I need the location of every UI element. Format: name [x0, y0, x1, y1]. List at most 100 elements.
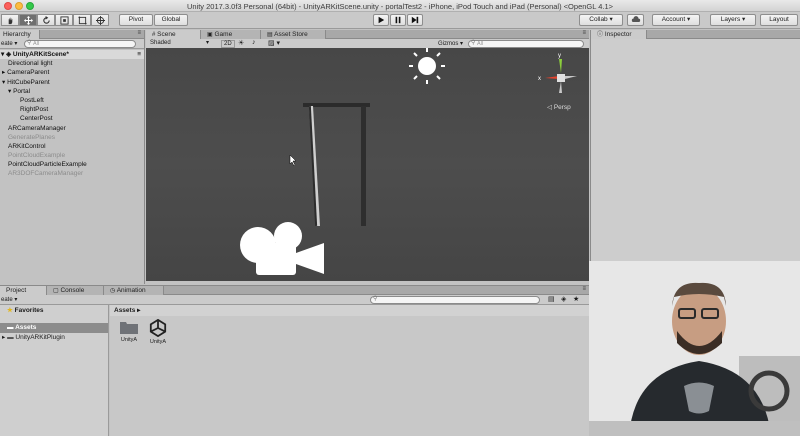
effects-dropdown-icon[interactable]: ▨ ▾ [268, 39, 280, 47]
favorites-item[interactable]: ★ Favorites [0, 306, 108, 316]
rotate-tool-button[interactable] [37, 14, 55, 26]
global-toggle[interactable]: Global [154, 14, 188, 26]
console-tab-label: Console [60, 287, 85, 294]
hierarchy-item[interactable]: PointCloudParticleExample [0, 160, 144, 169]
project-panel: Project ▢ Console ◷ Animation ≡ eate ▾ ▤… [0, 285, 589, 436]
persp-label[interactable]: ◁ Persp [547, 104, 571, 111]
account-dropdown[interactable]: Account ▾ [652, 14, 700, 26]
scale-tool-button[interactable] [55, 14, 73, 26]
hierarchy-item-label: AR3DOFCameraManager [8, 170, 84, 178]
hierarchy-item[interactable]: PostLeft [0, 96, 144, 105]
cloud-button[interactable] [627, 14, 644, 26]
webcam-overlay [589, 261, 800, 436]
folder-icon: ▬ [7, 334, 14, 341]
assets-folder-label: Assets [15, 324, 37, 331]
filter-by-type-icon[interactable]: ▤ [548, 295, 555, 303]
folder-icon [120, 322, 138, 334]
filter-by-label-icon[interactable]: ◈ [561, 295, 566, 303]
hierarchy-item[interactable]: ARKitControl [0, 142, 144, 151]
window-title: Unity 2017.3.0f3 Personal (64bit) - Unit… [186, 2, 614, 11]
pause-button[interactable] [390, 14, 406, 26]
scene-background [146, 48, 589, 281]
assets-folder-item[interactable]: ▬ Assets [0, 323, 108, 333]
project-folder-tree: ★ Favorites ▬ Assets ▸ ▬ UnityARKitPlugi… [0, 305, 109, 436]
hierarchy-search-input[interactable]: All [24, 40, 136, 48]
gizmo-x-label: x [538, 76, 541, 82]
lighting-toggle-icon[interactable]: ☀ [238, 39, 244, 47]
tab-inspector[interactable]: ⓘ Inspector [591, 30, 647, 39]
scene-root-label: UnityARKitScene* [12, 51, 69, 58]
hand-tool-button[interactable] [1, 14, 19, 26]
rect-tool-button[interactable] [73, 14, 91, 26]
breadcrumb[interactable]: Assets ▸ [110, 305, 589, 316]
hierarchy-item[interactable]: PointCloudExample [0, 151, 144, 160]
tab-asset-store[interactable]: ▤ Asset Store [261, 30, 326, 39]
mode-2d-toggle[interactable]: 2D [221, 40, 235, 48]
hierarchy-item[interactable]: ▸ CameraParent [0, 68, 144, 77]
asset-item[interactable]: UnityA [145, 318, 171, 345]
hierarchy-item[interactable]: Directional light [0, 59, 144, 68]
move-tool-button[interactable] [19, 14, 37, 26]
play-button[interactable] [373, 14, 389, 26]
scene-tab-label: Scene [157, 31, 176, 38]
scene-search-input[interactable]: All [468, 40, 584, 48]
step-button[interactable] [407, 14, 423, 26]
gizmos-dropdown[interactable]: Gizmos ▾ [438, 40, 463, 47]
asset-store-tab-label: Asset Store [274, 31, 308, 38]
pivot-label: Pivot [128, 16, 144, 23]
collab-label: Collab ▾ [589, 16, 613, 23]
hierarchy-item[interactable]: GeneratePlanes [0, 133, 144, 142]
layers-label: Layers ▾ [720, 16, 746, 23]
main-toolbar: Pivot Global Collab ▾ Account ▾ Layers ▾… [0, 12, 800, 29]
hierarchy-item-label: PostLeft [20, 96, 44, 104]
transform-tool-button[interactable] [91, 14, 109, 26]
tab-project[interactable]: Project [0, 286, 47, 295]
tab-animation[interactable]: ◷ Animation [104, 286, 164, 295]
shading-mode-dropdown[interactable]: Shaded [150, 40, 171, 46]
hierarchy-item[interactable]: ▾ Portal [0, 87, 144, 96]
favorites-star-icon[interactable]: ★ [573, 295, 579, 303]
animation-icon: ◷ [110, 288, 116, 294]
play-icon [378, 16, 385, 24]
panel-menu-icon[interactable]: ≡ [582, 286, 586, 292]
tab-console[interactable]: ▢ Console [47, 286, 104, 295]
scene-root-item[interactable]: ▾ ◈ UnityARKitScene* ≡ [0, 50, 144, 60]
animation-tab-label: Animation [116, 287, 146, 294]
transform-icon [95, 15, 105, 25]
gizmo-y-label: y [558, 53, 561, 59]
hierarchy-item[interactable]: RightPost [0, 105, 144, 114]
collab-dropdown[interactable]: Collab ▾ [579, 14, 623, 26]
unity-scene-icon [149, 318, 167, 338]
tab-game[interactable]: ▣ Game [201, 30, 261, 39]
unity-scene-icon: ◈ [6, 51, 12, 58]
create-dropdown[interactable]: eate ▾ [1, 40, 17, 47]
panel-menu-icon[interactable]: ≡ [582, 30, 586, 36]
hierarchy-item[interactable]: CenterPost [0, 114, 144, 123]
hierarchy-item-label: PointCloudExample [8, 152, 66, 160]
audio-toggle-icon[interactable]: ♪ [252, 39, 256, 46]
hierarchy-item[interactable]: ARCameraManager [0, 124, 144, 133]
inspector-panel: ⓘ Inspector [590, 30, 800, 261]
hierarchy-item-label: ARCameraManager [8, 124, 66, 132]
project-search-input[interactable] [370, 296, 540, 304]
dropdown-arrow-icon: ▾ [206, 40, 210, 46]
hierarchy-item[interactable]: AR3DOFCameraManager [0, 169, 144, 178]
tab-scene[interactable]: # Scene [146, 30, 201, 39]
expand-arrow-icon: ▾ [1, 51, 5, 58]
menu-icon[interactable]: ≡ [137, 50, 141, 59]
layout-dropdown[interactable]: Layout [760, 14, 798, 26]
asset-item[interactable]: UnityA [116, 319, 142, 343]
info-icon: ⓘ [597, 32, 604, 38]
tree-item-unityarkitplugin[interactable]: ▸ ▬ UnityARKitPlugin [0, 333, 108, 342]
hierarchy-item[interactable]: ▾ HitCubeParent [0, 78, 144, 87]
pivot-toggle[interactable]: Pivot [119, 14, 153, 26]
scene-viewport[interactable]: x y ◁ Persp [146, 48, 589, 281]
tab-hierarchy[interactable]: Hierarchy [0, 30, 40, 39]
project-create-dropdown[interactable]: eate ▾ [1, 296, 17, 303]
hierarchy-item-label: ARKitControl [8, 142, 46, 150]
panel-menu-icon[interactable]: ≡ [137, 30, 141, 36]
hierarchy-item-label: PointCloudParticleExample [8, 161, 87, 169]
layers-dropdown[interactable]: Layers ▾ [710, 14, 756, 26]
global-label: Global [161, 16, 181, 23]
hierarchy-item-label: CenterPost [20, 115, 53, 123]
